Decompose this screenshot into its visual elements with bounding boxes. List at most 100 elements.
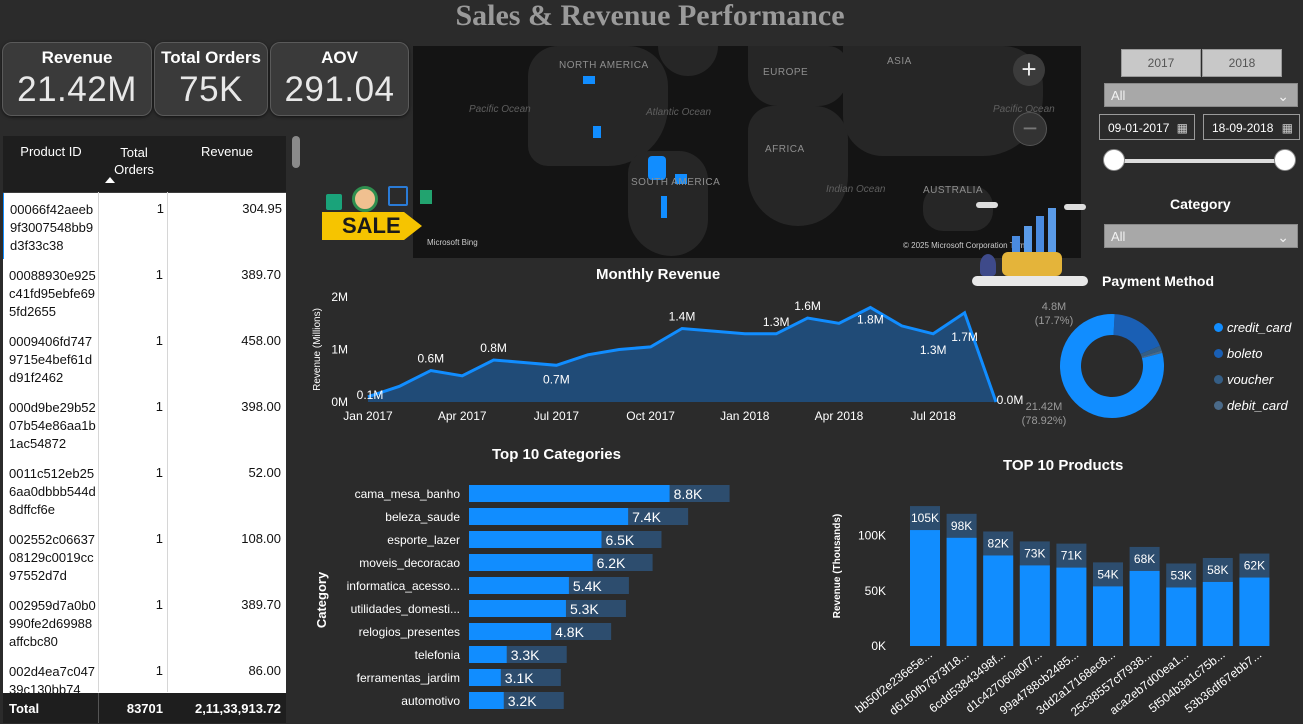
chevron-down-icon: ⌄: [1277, 88, 1289, 104]
revenue-label: Revenue: [41, 48, 113, 67]
category-label: relogios_presentes: [359, 625, 460, 639]
date-from-input[interactable]: 09-01-2017 ▦: [1099, 114, 1195, 140]
y-axis-title: Revenue (Millions): [312, 308, 323, 391]
legend-item-boleto[interactable]: boleto: [1214, 346, 1262, 361]
product-bar: [910, 530, 940, 646]
data-label: 105K: [911, 511, 939, 525]
col-header-product-id[interactable]: Product ID: [3, 144, 99, 159]
calendar-icon[interactable]: ▦: [1282, 115, 1293, 141]
total-row-divider: [98, 693, 99, 723]
total-orders-cell: 1: [156, 201, 164, 216]
data-label: 6.5K: [605, 532, 634, 548]
total-orders-cell: 1: [155, 399, 163, 414]
data-label-percent: (17.7%): [1035, 315, 1074, 327]
top-categories-chart[interactable]: Category cama_mesa_banho 8.8K beleza_saude 7…: [306, 476, 776, 720]
product-id-cell: 002552c0663708129c0019cc97552d7d: [9, 532, 96, 583]
calendar-icon[interactable]: ▦: [1177, 115, 1188, 141]
data-label: 1.4M: [669, 310, 696, 324]
total-orders-cell: 1: [155, 333, 163, 348]
product-bar: [1056, 567, 1087, 646]
product-bar: [946, 537, 977, 646]
legend-swatch: [1214, 401, 1223, 410]
date-to-input[interactable]: 18-09-2018 ▦: [1203, 114, 1300, 140]
table-row[interactable]: 002959d7a0b0990fe2d69988affcbc80 1 389.70: [3, 589, 286, 656]
data-label: 1.3M: [920, 343, 947, 357]
data-label: 3.3K: [511, 647, 540, 663]
category-slicer-title: Category: [1170, 196, 1231, 212]
product-id-cell: 00088930e925c41fd95ebfe695fd2655: [9, 268, 96, 319]
bing-logo: Microsoft Bing: [427, 238, 478, 247]
table-row[interactable]: 000d9be29b5207b54e86aa1b1ac54872 1 398.00: [3, 391, 286, 458]
revenue-card: Revenue 21.42M: [2, 42, 152, 116]
data-label: 58K: [1207, 563, 1228, 577]
total-orders-value: 75K: [179, 70, 243, 109]
y-tick-label: 1M: [331, 343, 348, 357]
scrollbar-thumb[interactable]: [292, 136, 300, 168]
data-label: 73K: [1024, 546, 1045, 560]
zoom-out-button[interactable]: −: [1013, 112, 1047, 146]
top-categories-title: Top 10 Categories: [492, 446, 621, 463]
payment-method-chart[interactable]: 21.42M (78.92%) 4.8M (17.7%): [1016, 296, 1212, 436]
product-id-cell: 000d9be29b5207b54e86aa1b1ac54872: [9, 400, 96, 451]
total-orders-cell: 1: [155, 597, 163, 612]
gift-icon: [420, 190, 432, 204]
legend-item-voucher[interactable]: voucher: [1214, 372, 1273, 387]
year-2018-button[interactable]: 2018: [1202, 49, 1282, 77]
plant-icon: [980, 254, 996, 276]
data-label: 0.8M: [480, 341, 507, 355]
legend-label: boleto: [1227, 346, 1263, 361]
legend-swatch: [1214, 323, 1223, 332]
table-row[interactable]: 002552c0663708129c0019cc97552d7d 1 108.00: [3, 523, 286, 590]
table-row[interactable]: 00088930e925c41fd95ebfe695fd2655 1 389.70: [3, 259, 286, 326]
category-label: moveis_decoracao: [359, 556, 460, 570]
table-header: Product ID Total Orders Revenue: [3, 136, 286, 193]
africa-landmass: [748, 106, 848, 226]
product-bar: [1129, 570, 1160, 646]
monthly-revenue-chart[interactable]: 0M 1M 2M Revenue (Millions) Jan 2017 Apr 2017…: [306, 286, 1026, 426]
data-label-value: 21.42M: [1026, 401, 1063, 413]
revenue-growth-illustration: [972, 202, 1090, 290]
legend-label: debit_card: [1227, 398, 1288, 413]
col-header-total-orders[interactable]: Total Orders: [107, 144, 161, 178]
sale-illustration: SALE: [322, 186, 434, 256]
data-label: 1.8M: [857, 313, 884, 327]
category-label: ferramentas_jardim: [357, 671, 460, 685]
map-label-south-america: SOUTH AMERICA: [631, 177, 721, 188]
legend-item-credit-card[interactable]: credit_card: [1214, 320, 1291, 335]
map-label-north-america: NORTH AMERICA: [559, 60, 649, 71]
category-bar: [469, 485, 670, 502]
y-tick-label: 50K: [865, 584, 886, 598]
data-label: 8.8K: [674, 486, 703, 502]
revenue-cell: 52.00: [248, 465, 281, 480]
year-2017-button[interactable]: 2017: [1121, 49, 1201, 77]
table-row[interactable]: 0009406fd7479715e4bef61dd91f2462 1 458.00: [3, 325, 286, 392]
coin-stack-icon: [1002, 252, 1062, 276]
product-table[interactable]: Product ID Total Orders Revenue 00066f42…: [3, 136, 286, 723]
date-range-start-handle[interactable]: [1103, 149, 1125, 171]
data-label: 3.2K: [508, 693, 537, 709]
date-range-end-handle[interactable]: [1274, 149, 1296, 171]
top-products-chart[interactable]: Revenue (Thousands)0K50K100K105Kbb50f2e2…: [826, 496, 1302, 722]
data-label: 68K: [1134, 552, 1155, 566]
revenue-cell: 304.95: [242, 201, 282, 216]
date-to-value: 18-09-2018: [1212, 121, 1274, 135]
category-bar: [469, 692, 504, 709]
south-america-landmass: [628, 151, 708, 256]
category-bar: [469, 508, 629, 525]
payment-method-title: Payment Method: [1102, 273, 1215, 289]
table-row[interactable]: 00066f42aeeb9f3007548bb9d3f33c38 1 304.95: [3, 193, 286, 260]
category-dropdown[interactable]: All ⌄: [1104, 224, 1298, 248]
table-scrollbar[interactable]: [291, 136, 301, 723]
filter-dropdown[interactable]: All ⌄: [1104, 83, 1298, 107]
x-tick-label: Jan 2017: [343, 409, 393, 423]
legend-item-debit-card[interactable]: debit_card: [1214, 398, 1288, 413]
date-range-track[interactable]: [1114, 159, 1286, 163]
revenue-cell: 108.00: [241, 531, 281, 546]
chevron-down-icon: ⌄: [1277, 229, 1289, 245]
zoom-in-button[interactable]: +: [1013, 54, 1045, 86]
y-tick-label: 2M: [331, 290, 348, 304]
table-row[interactable]: 0011c512eb256aa0dbbb544d8dffcf6e 1 52.00: [3, 457, 286, 524]
map-label-africa: AFRICA: [765, 144, 805, 155]
y-tick-label: 100K: [858, 529, 886, 543]
col-header-revenue[interactable]: Revenue: [173, 144, 281, 159]
